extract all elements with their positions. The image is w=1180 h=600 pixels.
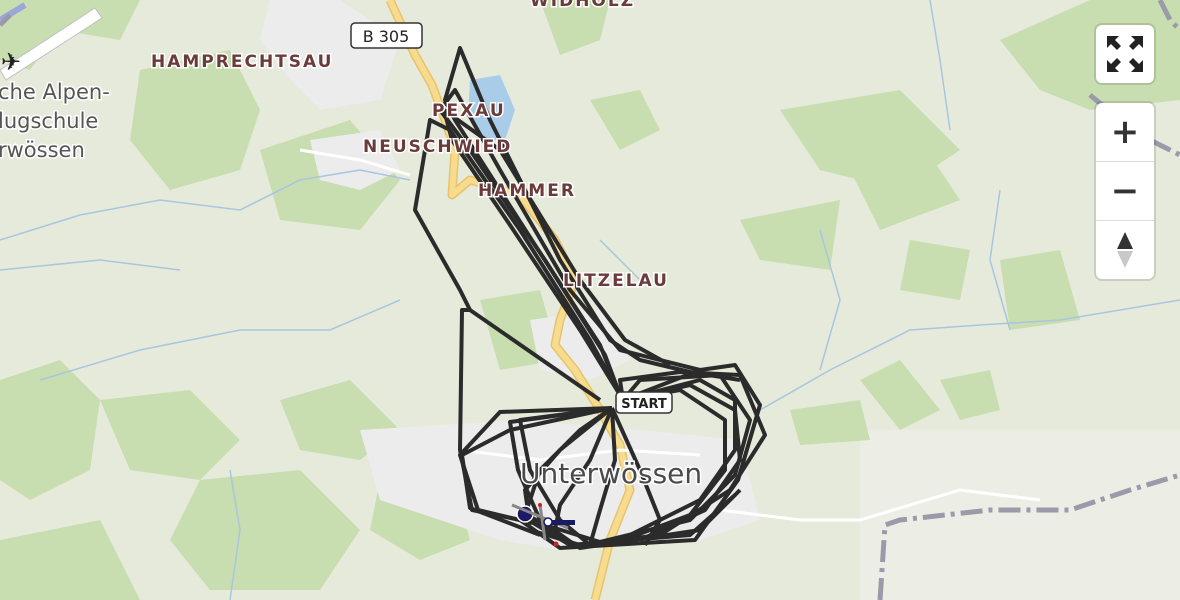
place-label-hamprechtsau: HAMPRECHTSAU	[151, 52, 333, 72]
map-canvas[interactable]: ✈ WIDHOLZ HAMPRECHTSAU PEXAU NEUSCHWIED …	[0, 0, 1180, 600]
airfield-label-line-1: che Alpen-	[0, 80, 110, 104]
place-label-pexau: PEXAU	[432, 101, 506, 121]
terrain-patch	[860, 430, 1180, 600]
fullscreen-icon	[1107, 36, 1143, 72]
fullscreen-control	[1096, 25, 1154, 83]
zoom-in-button[interactable]: +	[1096, 103, 1154, 161]
svg-text:✈: ✈	[1, 48, 21, 76]
place-label-widholz: WIDHOLZ	[530, 0, 635, 11]
start-label: START	[621, 397, 667, 412]
fullscreen-button[interactable]	[1096, 25, 1154, 83]
zoom-out-button[interactable]: −	[1096, 161, 1154, 220]
place-label-hammer: HAMMER	[478, 181, 576, 201]
place-label-litzelau: LITZELAU	[563, 271, 669, 291]
town-label: Unterwössen	[520, 457, 702, 490]
airfield-label-line-2: lugschule	[0, 109, 98, 133]
place-label-neuschwied: NEUSCHWIED	[363, 137, 512, 157]
compass-button[interactable]	[1096, 220, 1154, 279]
start-marker[interactable]: START	[615, 391, 673, 414]
road-shield-label: B 305	[363, 27, 410, 46]
zoom-out-icon: −	[1110, 171, 1140, 211]
navigation-control: + −	[1096, 103, 1154, 279]
zoom-in-icon: +	[1110, 112, 1140, 152]
north-arrow-icon	[1117, 232, 1133, 268]
airport-icon: ✈	[1, 48, 21, 76]
airfield-label-line-3: rwössen	[0, 138, 85, 162]
road-shield: B 305	[350, 22, 423, 49]
